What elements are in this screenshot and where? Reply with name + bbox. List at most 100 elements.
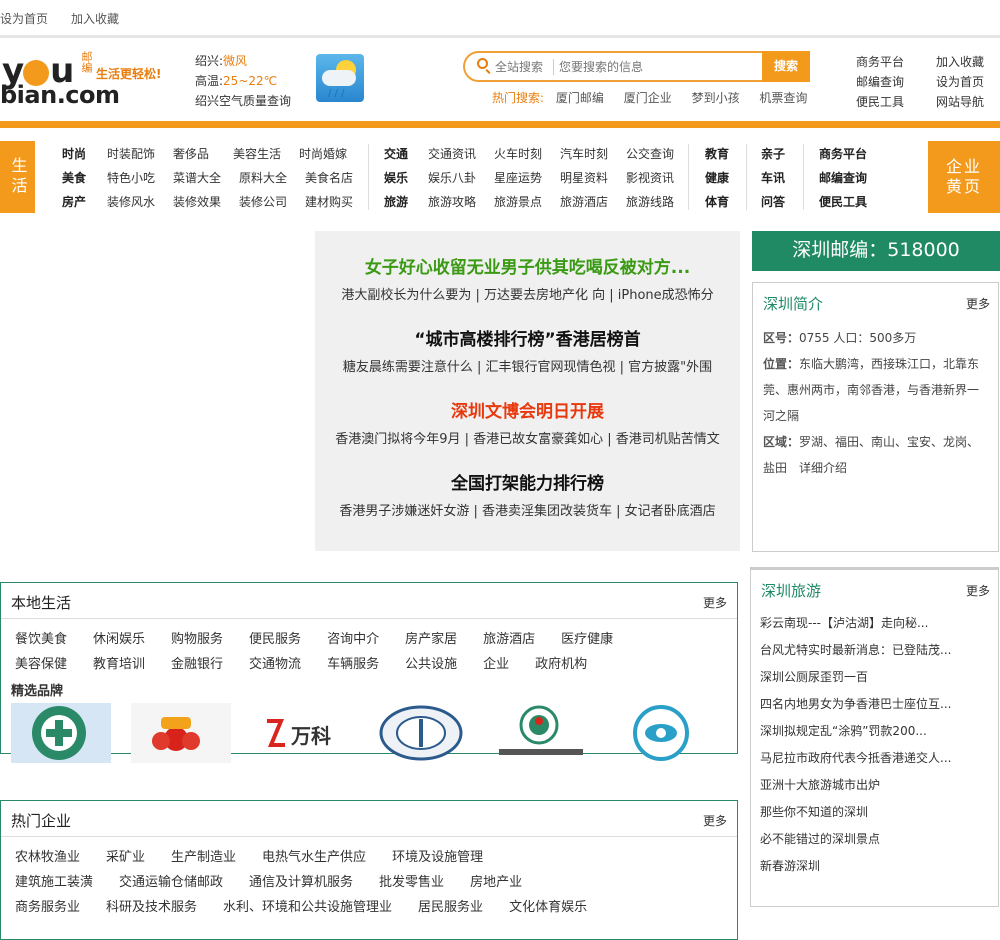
category-link[interactable]: 公共设施 [405,652,457,677]
site-logo[interactable]: yu 邮编 生活更轻松! bian.com [0,49,185,109]
nav-item[interactable]: 旅游攻略 [428,190,494,214]
nav-item[interactable]: 菜谱大全 [173,166,239,190]
brand-logo-public-health[interactable] [371,703,471,763]
category-link[interactable]: 交通物流 [249,652,301,677]
nav-item[interactable]: 房产 [62,190,107,214]
category-link[interactable]: 旅游酒店 [483,627,535,652]
add-favorite-link[interactable]: 加入收藏 [71,10,119,27]
nav-item[interactable]: 影视资讯 [626,166,674,190]
nav-item[interactable]: 时尚 [62,142,107,166]
nav-item[interactable]: 明星资料 [560,166,626,190]
news-item[interactable]: 台风尤特实时最新消息：已登陆茂... [751,637,998,664]
news-item[interactable]: 新春游深圳 [751,853,998,880]
nav-enterprise-block[interactable]: 企业 黄页 [928,141,1000,213]
category-link[interactable]: 教育培训 [93,652,145,677]
search-input[interactable] [559,57,759,77]
nav-item[interactable]: 星座运势 [494,166,560,190]
category-link[interactable]: 美容保健 [15,652,67,677]
detail-link[interactable]: 详细介绍 [799,461,847,475]
more-link[interactable]: 更多 [703,812,727,829]
nav-life-block[interactable]: 生活 [0,141,35,213]
feature-sub-link[interactable]: 糖友晨练需要注意什么 [343,360,473,375]
category-link[interactable]: 购物服务 [171,627,223,652]
feature-headline[interactable]: 女子好心收留无业男子供其吃喝反被对方... [315,253,740,278]
category-link[interactable]: 采矿业 [106,845,145,870]
nav-item[interactable]: 公交查询 [626,142,674,166]
nav-item[interactable]: 旅游 [384,190,428,214]
category-link[interactable]: 交通运输仓储邮政 [119,870,223,895]
nav-item[interactable]: 旅游酒店 [560,190,626,214]
brand-logo-maternal[interactable] [491,703,591,763]
nav-item[interactable]: 奢侈品 [173,142,233,166]
nav-item[interactable]: 美食名店 [305,166,353,190]
nav-item[interactable]: 便民工具 [819,190,867,214]
category-link[interactable]: 通信及计算机服务 [249,870,353,895]
nav-item[interactable]: 邮编查询 [819,166,867,190]
category-link[interactable]: 电热气水生产供应 [262,845,366,870]
feature-sub-link[interactable]: 官方披露"外围 [628,360,712,375]
feature-sub-link[interactable]: 香港澳门拟将今年9月 [335,432,460,447]
nav-item[interactable]: 体育 [705,190,729,214]
category-link[interactable]: 医疗健康 [561,627,613,652]
category-link[interactable]: 房产家居 [405,627,457,652]
category-link[interactable]: 环境及设施管理 [392,845,483,870]
category-link[interactable]: 餐饮美食 [15,627,67,652]
feature-headline[interactable]: 深圳文博会明日开展 [315,397,740,422]
nav-item[interactable]: 健康 [705,166,729,190]
feature-sub-link[interactable]: 香港卖淫集团改装货车 [482,504,612,519]
nav-item[interactable]: 旅游线路 [626,190,674,214]
more-link[interactable]: 更多 [966,582,990,599]
category-link[interactable]: 政府机构 [535,652,587,677]
feature-sub-link[interactable]: 万达要去房地产化 向 [484,288,605,303]
feature-sub-link[interactable]: 港大副校长为什么要为 [341,288,471,303]
nav-item[interactable]: 娱乐 [384,166,428,190]
category-link[interactable]: 居民服务业 [418,895,483,920]
hot-item[interactable]: 机票查询 [759,91,807,105]
brand-logo-xinleyuan[interactable] [131,703,231,763]
feature-headline[interactable]: “城市高楼排行榜”香港居榜首 [315,325,740,350]
nav-item[interactable]: 汽车时刻 [560,142,626,166]
category-link[interactable]: 便民服务 [249,627,301,652]
category-link[interactable]: 车辆服务 [327,652,379,677]
nav-item[interactable]: 火车时刻 [494,142,560,166]
hot-item[interactable]: 厦门邮编 [556,91,604,105]
search-category[interactable]: 全站搜索 [495,58,543,75]
nav-item[interactable]: 旅游景点 [494,190,560,214]
feature-sub-link[interactable]: 汇丰银行官网现情色视 [486,360,616,375]
brand-logo-vanke[interactable]: 万科 [251,703,351,763]
nav-item[interactable]: 原料大全 [239,166,305,190]
category-link[interactable]: 咨询中介 [327,627,379,652]
link-set-home[interactable]: 设为首页 [936,72,984,92]
nav-item[interactable]: 车讯 [761,166,785,190]
feature-sub-link[interactable]: 香港司机贴苦情文 [616,432,720,447]
feature-sub-link[interactable]: iPhone成恐怖分 [618,288,714,303]
brand-logo-hospital[interactable] [11,703,111,763]
nav-item[interactable]: 特色小吃 [107,166,173,190]
link-add-fav[interactable]: 加入收藏 [936,52,984,72]
set-home-link[interactable]: 设为首页 [0,10,48,27]
nav-item[interactable]: 时尚婚嫁 [299,142,347,166]
link-business[interactable]: 商务平台 [856,52,904,72]
nav-item[interactable]: 交通 [384,142,428,166]
brand-logo-eye-hospital[interactable] [611,703,711,763]
feature-sub-link[interactable]: 香港男子涉嫌迷奸女游 [339,504,469,519]
category-link[interactable]: 金融银行 [171,652,223,677]
nav-item[interactable]: 娱乐八卦 [428,166,494,190]
nav-item[interactable]: 亲子 [761,142,785,166]
hot-item[interactable]: 梦到小孩 [692,91,740,105]
news-item[interactable]: 亚洲十大旅游城市出炉 [751,772,998,799]
hot-item[interactable]: 厦门企业 [624,91,672,105]
link-site-nav[interactable]: 网站导航 [936,92,984,112]
news-item[interactable]: 彩云南现---【泸沽湖】走向秘... [751,610,998,637]
nav-item[interactable]: 交通资讯 [428,142,494,166]
search-button[interactable]: 搜索 [762,51,810,82]
more-link[interactable]: 更多 [966,295,990,312]
news-item[interactable]: 深圳公厕尿歪罚一百 [751,664,998,691]
feature-sub-link[interactable]: 女记者卧底酒店 [625,504,716,519]
nav-item[interactable]: 美容生活 [233,142,299,166]
air-quality-link[interactable]: 绍兴空气质量查询 [195,91,291,111]
news-item[interactable]: 四名内地男女为争香港巴士座位互... [751,691,998,718]
more-link[interactable]: 更多 [703,594,727,611]
category-link[interactable]: 水利、环境和公共设施管理业 [223,895,392,920]
category-link[interactable]: 文化体育娱乐 [509,895,587,920]
